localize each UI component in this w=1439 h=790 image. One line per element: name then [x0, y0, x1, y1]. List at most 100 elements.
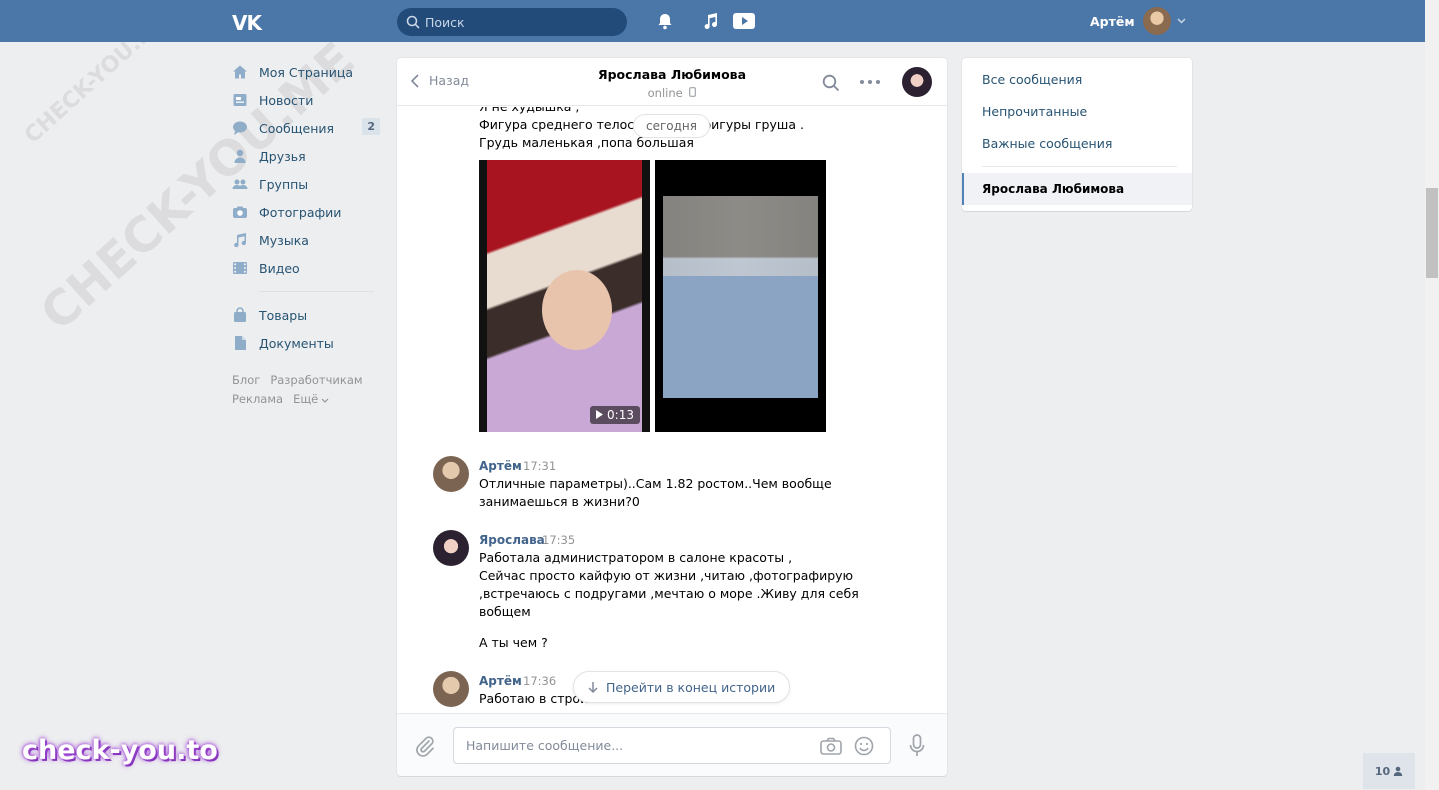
filter-all-messages[interactable]: Все сообщения — [962, 64, 1192, 96]
message-composer — [397, 713, 947, 776]
left-sidebar: Моя Страница Новости Сообщения 2 Друзья … — [232, 58, 382, 409]
bell-icon[interactable] — [655, 11, 675, 31]
messages-icon — [232, 120, 248, 136]
chevron-down-icon — [1177, 18, 1186, 24]
page-scrollbar[interactable] — [1425, 0, 1439, 790]
message-input-box[interactable] — [453, 727, 891, 764]
sidebar-item-messages[interactable]: Сообщения 2 — [232, 114, 382, 142]
news-icon — [232, 92, 248, 108]
scrollbar-thumb[interactable] — [1426, 188, 1438, 278]
avatar[interactable] — [433, 671, 469, 707]
paperclip-icon[interactable] — [415, 735, 435, 757]
sidebar-item-label: Моя Страница — [259, 64, 353, 80]
jump-to-end-label: Перейти в конец истории — [606, 679, 776, 695]
camera-icon — [232, 204, 248, 220]
mobile-icon — [689, 87, 697, 97]
more-icon[interactable] — [860, 80, 880, 84]
play-icon — [596, 410, 604, 419]
footer-link-developers[interactable]: Разработчикам — [270, 373, 362, 387]
message-time: 17:31 — [523, 459, 557, 473]
search-box[interactable] — [397, 8, 627, 36]
sidebar-item-label: Друзья — [259, 148, 306, 164]
active-conversation[interactable]: Ярослава Любимова — [962, 173, 1192, 205]
video-duration: 0:13 — [590, 406, 640, 424]
user-menu[interactable]: Артём — [1090, 6, 1186, 36]
message-author[interactable]: Ярослава — [479, 533, 545, 547]
sidebar-item-video[interactable]: Видео — [232, 254, 382, 282]
groups-icon — [232, 176, 248, 192]
sidebar-item-photos[interactable]: Фотографии — [232, 198, 382, 226]
video-icon — [232, 260, 248, 276]
message-time: 17:36 — [523, 674, 557, 688]
message-author[interactable]: Артём — [479, 674, 522, 688]
filter-unread[interactable]: Непрочитанные — [962, 96, 1192, 128]
music-note-icon[interactable] — [701, 11, 721, 31]
menu-divider — [982, 166, 1177, 167]
friends-icon — [232, 148, 248, 164]
message-line: Сейчас просто кайфую от жизни ,читаю ,фо… — [479, 568, 854, 583]
sidebar-item-label: Документы — [259, 335, 334, 351]
thumbnail-face — [542, 270, 612, 350]
message-line: Отличные параметры)..Сам 1.82 ростом..Че… — [479, 476, 832, 491]
sidebar-item-label: Группы — [259, 176, 309, 192]
sidebar-item-goods[interactable]: Товары — [232, 301, 382, 329]
home-icon — [232, 64, 248, 80]
avatar — [1142, 7, 1171, 35]
search-icon[interactable] — [822, 74, 840, 92]
sidebar-item-label: Музыка — [259, 232, 309, 248]
search-input[interactable] — [425, 8, 620, 36]
footer-link-more-label: Ещё — [293, 392, 319, 406]
sidebar-item-label: Видео — [259, 260, 300, 276]
sidebar-item-friends[interactable]: Друзья — [232, 142, 382, 170]
user-name: Артём — [1090, 13, 1135, 29]
brand-watermark: check-you.to — [22, 735, 218, 766]
camera-icon[interactable] — [820, 737, 842, 755]
sidebar-item-label: Новости — [259, 92, 314, 108]
bag-icon — [232, 307, 248, 323]
message-line: Я не худышка , — [479, 107, 579, 116]
sidebar-item-news[interactable]: Новости — [232, 86, 382, 114]
sidebar-item-groups[interactable]: Группы — [232, 170, 382, 198]
message-input[interactable] — [466, 728, 806, 763]
message-line: занимаешься в жизни?0 — [479, 494, 640, 509]
video-attachment[interactable]: 0:13 — [479, 160, 650, 432]
message-line: А ты чем ? — [479, 635, 548, 650]
sidebar-item-my-page[interactable]: Моя Страница — [232, 58, 382, 86]
sidebar-item-documents[interactable]: Документы — [232, 329, 382, 357]
online-friends-badge[interactable]: 10 — [1363, 753, 1415, 789]
photo-thumbnail — [663, 196, 818, 398]
peer-status-text: online — [647, 86, 683, 100]
message-list[interactable]: Я не худышка , Фигура среднего телосложе… — [397, 107, 947, 713]
search-icon — [406, 15, 420, 29]
sidebar-item-label: Товары — [259, 307, 308, 323]
top-header: VK Артём — [0, 0, 1425, 42]
document-icon — [232, 335, 248, 351]
person-icon — [1393, 766, 1403, 776]
online-friends-count: 10 — [1374, 764, 1391, 778]
jump-to-end-button[interactable]: Перейти в конец истории — [573, 671, 791, 703]
chat-panel: Назад Ярослава Любимова online Я не худы… — [397, 58, 947, 776]
footer-link-more[interactable]: Ещё — [293, 392, 329, 406]
sidebar-item-music[interactable]: Музыка — [232, 226, 382, 254]
peer-status: online — [397, 86, 947, 100]
microphone-icon[interactable] — [909, 734, 925, 758]
message-line: ,встречаюсь с подругами ,мечтаю о море .… — [479, 586, 859, 601]
sidebar-item-label: Фотографии — [259, 204, 342, 220]
avatar[interactable] — [433, 456, 469, 492]
chat-header: Назад Ярослава Любимова online — [397, 58, 947, 106]
avatar[interactable] — [433, 530, 469, 566]
message-line: Работала администратором в салоне красот… — [479, 550, 793, 565]
sidebar-divider — [259, 291, 374, 292]
vk-logo[interactable]: VK — [232, 11, 266, 35]
messages-filter-menu: Все сообщения Непрочитанные Важные сообщ… — [962, 58, 1192, 211]
play-icon[interactable] — [732, 11, 756, 31]
unread-badge: 2 — [362, 118, 380, 135]
footer-link-ads[interactable]: Реклама — [232, 392, 283, 406]
smile-icon[interactable] — [854, 736, 874, 756]
footer-link-blog[interactable]: Блог — [232, 373, 260, 387]
music-icon — [232, 232, 248, 248]
filter-important[interactable]: Важные сообщения — [962, 128, 1192, 160]
photo-attachment[interactable] — [655, 160, 826, 432]
message-author[interactable]: Артём — [479, 459, 522, 473]
peer-avatar[interactable] — [902, 67, 932, 97]
